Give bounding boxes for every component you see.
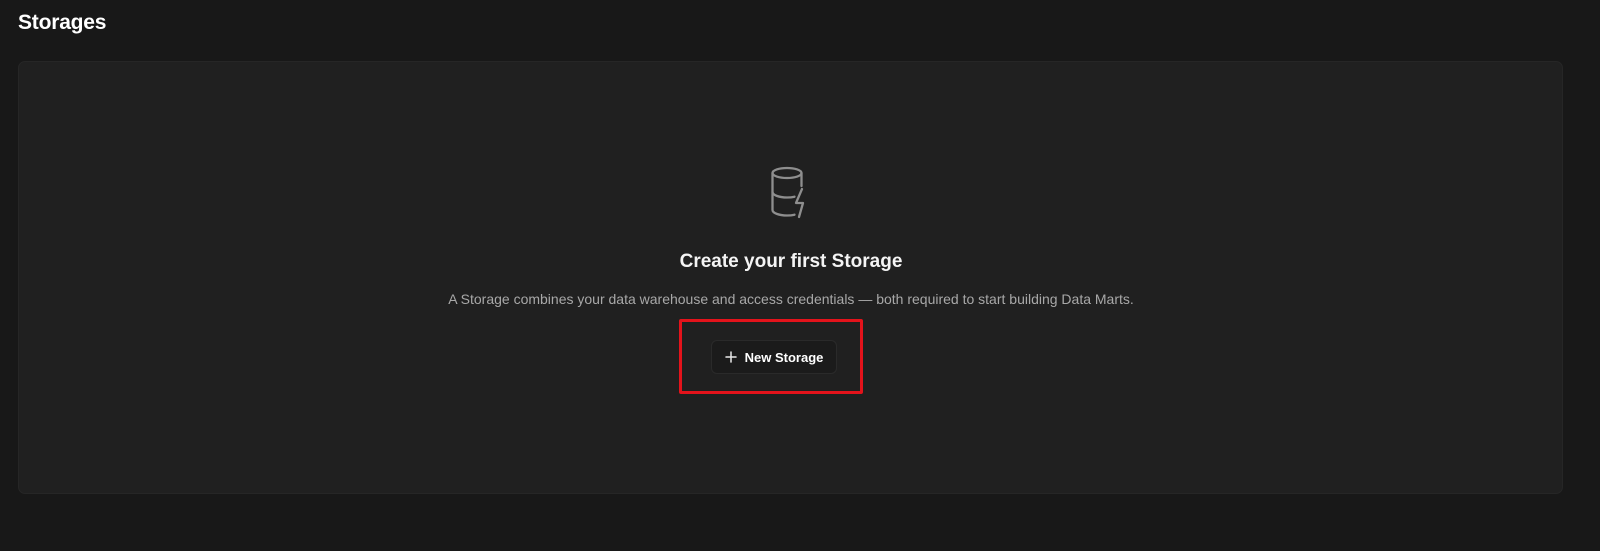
new-storage-button-label: New Storage xyxy=(744,349,824,365)
empty-state-card xyxy=(18,61,1563,494)
page-title: Storages xyxy=(18,11,107,34)
plus-icon xyxy=(724,351,737,363)
empty-state-description: A Storage combines your data warehouse a… xyxy=(448,291,1134,307)
database-lightning-icon xyxy=(762,164,822,224)
empty-state-title: Create your first Storage xyxy=(679,251,903,272)
new-storage-button[interactable]: New Storage xyxy=(711,340,837,374)
